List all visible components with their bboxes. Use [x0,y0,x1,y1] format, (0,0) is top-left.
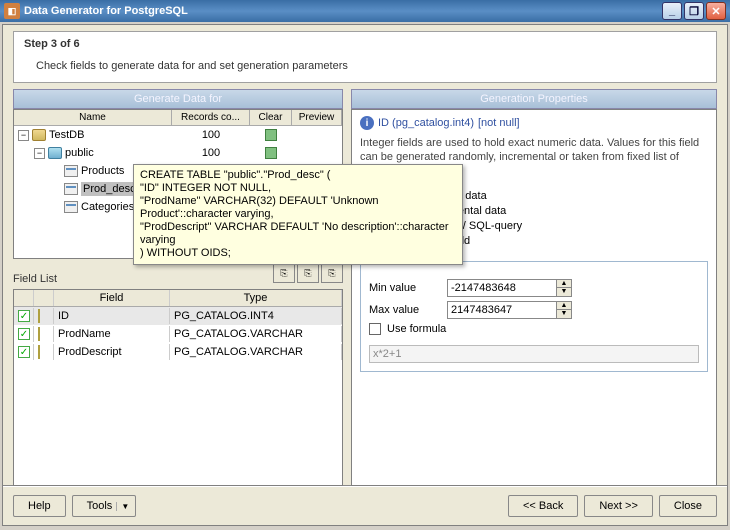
field-icon [38,345,40,359]
formula-input [369,345,699,363]
ddl-tooltip: CREATE TABLE "public"."Prod_desc" ( "ID"… [133,164,463,265]
col-type[interactable]: Type [170,290,342,306]
include-checkbox[interactable]: ✓ [18,328,30,340]
min-value-input[interactable] [447,279,557,297]
field-row-proddescript[interactable]: ✓ ProdDescript PG_CATALOG.VARCHAR [14,343,342,361]
maximize-button[interactable]: ❐ [684,2,704,20]
spin-down-icon[interactable]: ▼ [557,288,571,296]
col-preview[interactable]: Preview [292,110,342,125]
clear-checkbox[interactable] [265,129,277,141]
help-button[interactable]: Help [13,495,66,517]
col-field[interactable]: Field [54,290,170,306]
field-grid[interactable]: Field Type ✓ ID PG_CATALOG.INT4 ✓ ProdNa… [13,289,343,486]
include-checkbox[interactable]: ✓ [18,310,30,322]
field-icon [38,309,40,323]
close-window-button[interactable]: ✕ [706,2,726,20]
right-panel-header: Generation Properties [351,89,717,109]
field-action-3[interactable]: ⎘ [321,263,343,283]
table-icon [64,183,78,195]
field-action-1[interactable]: ⎘ [273,263,295,283]
field-icon [38,327,40,341]
step-header: Step 3 of 6 Check fields to generate dat… [13,31,717,83]
close-button[interactable]: Close [659,495,717,517]
clear-checkbox[interactable] [265,147,277,159]
tools-button[interactable]: Tools▼ [72,495,137,517]
field-row-prodname[interactable]: ✓ ProdName PG_CATALOG.VARCHAR [14,325,342,343]
use-formula-checkbox[interactable] [369,323,381,335]
max-value-input[interactable] [447,301,557,319]
table-icon [64,165,78,177]
col-clear[interactable]: Clear [250,110,292,125]
left-panel-header: Generate Data for [13,89,343,109]
bottom-bar: Help Tools▼ << Back Next >> Close [3,486,727,525]
expander-icon[interactable]: − [34,148,45,159]
titlebar: ◧ Data Generator for PostgreSQL _ ❐ ✕ [0,0,730,22]
tree-node-db[interactable]: −TestDB 100 [14,126,342,144]
include-checkbox[interactable]: ✓ [18,346,30,358]
minimize-button[interactable]: _ [662,2,682,20]
expander-icon[interactable]: − [18,130,29,141]
parameters-group: Parameters Min value ▲▼ Max value ▲▼ [360,255,708,372]
field-list-label: Field List [13,271,57,287]
spin-up-icon[interactable]: ▲ [557,280,571,288]
spin-down-icon[interactable]: ▼ [557,310,571,318]
window-title: Data Generator for PostgreSQL [24,5,188,17]
spin-up-icon[interactable]: ▲ [557,302,571,310]
database-icon [32,129,46,141]
step-label: Step 3 of 6 [24,38,706,50]
field-row-id[interactable]: ✓ ID PG_CATALOG.INT4 [14,307,342,325]
next-button[interactable]: Next >> [584,495,653,517]
info-icon: i [360,116,374,130]
min-value-label: Min value [369,282,441,294]
use-formula-row[interactable]: Use formula [369,323,699,335]
col-name[interactable]: Name [14,110,172,125]
tree-node-schema[interactable]: −public 100 [14,144,342,162]
schema-icon [48,147,62,159]
notnull-label: [not null] [478,117,520,129]
chevron-down-icon: ▼ [116,502,129,511]
table-icon [64,201,78,213]
max-value-label: Max value [369,304,441,316]
step-instruction: Check fields to generate data for and se… [36,60,706,72]
app-icon: ◧ [4,3,20,19]
back-button[interactable]: << Back [508,495,578,517]
wizard-panel: Step 3 of 6 Check fields to generate dat… [2,24,728,526]
field-id-label: ID (pg_catalog.int4) [378,117,474,129]
col-records[interactable]: Records co... [172,110,250,125]
field-action-2[interactable]: ⎘ [297,263,319,283]
tree-columns: Name Records co... Clear Preview [14,110,342,126]
